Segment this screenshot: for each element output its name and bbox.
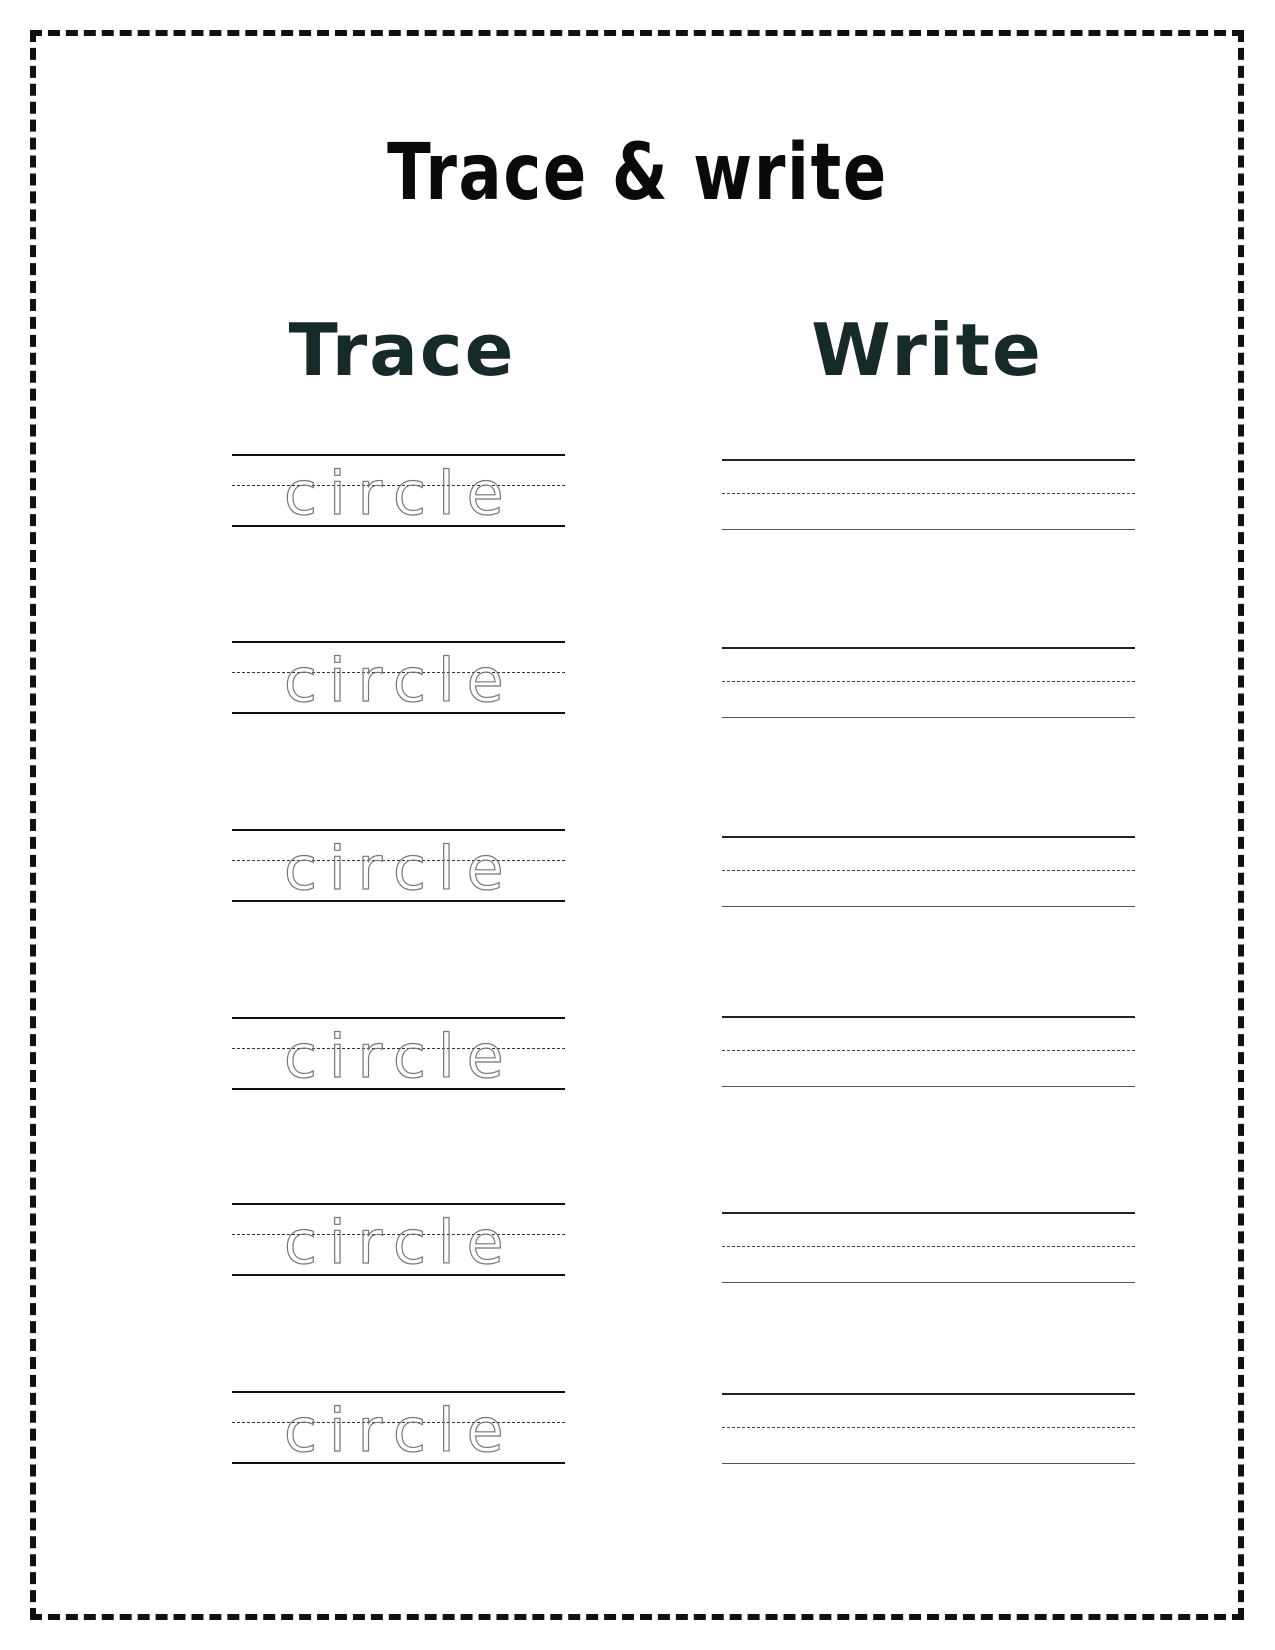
write-top-line bbox=[722, 1393, 1135, 1395]
trace-word: circle bbox=[283, 1396, 516, 1466]
trace-top-line bbox=[232, 1203, 565, 1205]
write-top-line bbox=[722, 459, 1135, 461]
trace-word: circle bbox=[283, 1022, 516, 1092]
write-row-5[interactable] bbox=[722, 1212, 1135, 1284]
page-title: Trace & write bbox=[387, 128, 888, 218]
trace-top-line bbox=[232, 1391, 565, 1393]
write-column-heading: Write bbox=[811, 308, 1043, 392]
write-mid-dashed-line bbox=[722, 1050, 1135, 1051]
write-baseline bbox=[722, 1086, 1135, 1087]
write-mid-dashed-line bbox=[722, 493, 1135, 494]
trace-top-line bbox=[232, 454, 565, 456]
write-mid-dashed-line bbox=[722, 1246, 1135, 1247]
write-top-line bbox=[722, 836, 1135, 838]
trace-row-2[interactable]: circle bbox=[232, 641, 565, 717]
write-top-line bbox=[722, 1212, 1135, 1214]
write-baseline bbox=[722, 906, 1135, 907]
trace-word: circle bbox=[283, 459, 516, 529]
dashed-page-border bbox=[30, 30, 1244, 1620]
trace-row-1[interactable]: circle bbox=[232, 454, 565, 530]
trace-row-4[interactable]: circle bbox=[232, 1017, 565, 1093]
write-baseline bbox=[722, 529, 1135, 530]
trace-row-5[interactable]: circle bbox=[232, 1203, 565, 1279]
trace-word: circle bbox=[283, 1208, 516, 1278]
trace-row-3[interactable]: circle bbox=[232, 829, 565, 905]
write-row-2[interactable] bbox=[722, 647, 1135, 719]
trace-top-line bbox=[232, 641, 565, 643]
write-mid-dashed-line bbox=[722, 1427, 1135, 1428]
trace-top-line bbox=[232, 829, 565, 831]
write-row-1[interactable] bbox=[722, 459, 1135, 531]
write-baseline bbox=[722, 1463, 1135, 1464]
write-row-6[interactable] bbox=[722, 1393, 1135, 1465]
write-mid-dashed-line bbox=[722, 870, 1135, 871]
write-top-line bbox=[722, 647, 1135, 649]
trace-column-heading: Trace bbox=[288, 308, 516, 392]
write-row-3[interactable] bbox=[722, 836, 1135, 908]
write-baseline bbox=[722, 717, 1135, 718]
write-top-line bbox=[722, 1016, 1135, 1018]
write-mid-dashed-line bbox=[722, 681, 1135, 682]
trace-word: circle bbox=[283, 646, 516, 716]
write-row-4[interactable] bbox=[722, 1016, 1135, 1088]
write-baseline bbox=[722, 1282, 1135, 1283]
trace-top-line bbox=[232, 1017, 565, 1019]
trace-row-6[interactable]: circle bbox=[232, 1391, 565, 1467]
trace-word: circle bbox=[283, 834, 516, 904]
